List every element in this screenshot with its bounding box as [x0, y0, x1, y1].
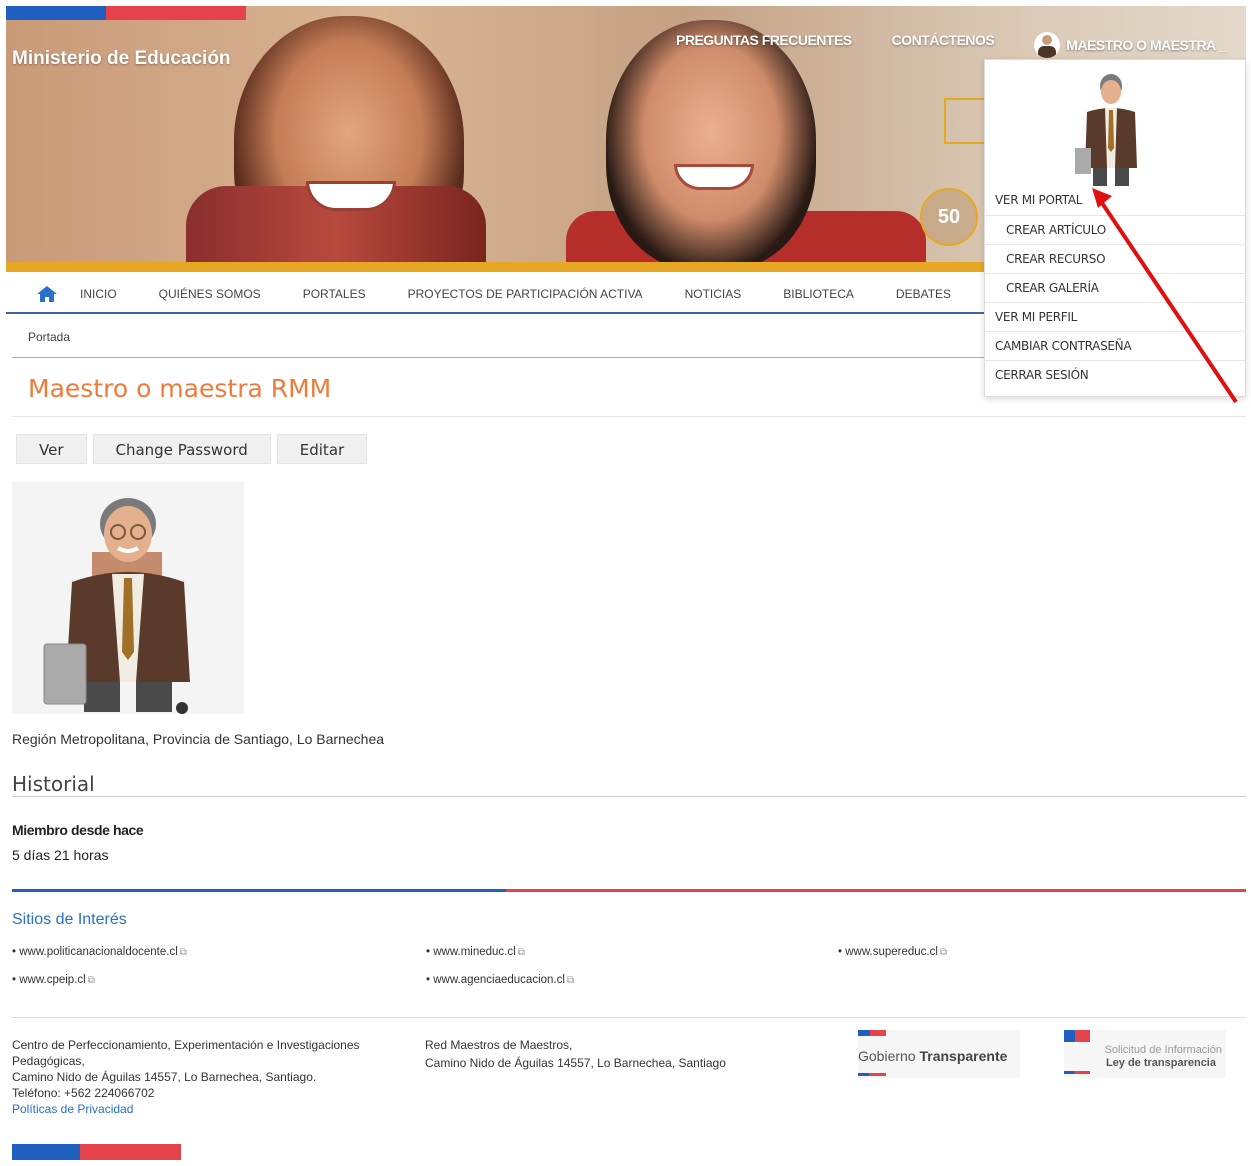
top-nav: PREGUNTAS FRECUENTES CONTÁCTENOS MAESTRO… [676, 32, 1226, 58]
menu-crear-recurso[interactable]: CREAR RECURSO [985, 244, 1245, 273]
user-menu-label: MAESTRO O MAESTRA _ [1066, 37, 1226, 53]
solicitud-informacion-badge[interactable]: Solicitud de Información Ley de transpar… [1064, 1030, 1226, 1078]
menu-crear-galeria[interactable]: CREAR GALERÍA [985, 273, 1245, 302]
gov-flag-top [6, 6, 246, 20]
tab-ver[interactable]: Ver [16, 434, 87, 464]
menu-crear-articulo[interactable]: CREAR ARTÍCULO [985, 215, 1245, 244]
menu-cerrar-sesion[interactable]: CERRAR SESIÓN [985, 360, 1245, 389]
nav-item-biblioteca[interactable]: BIBLIOTECA [783, 287, 854, 301]
menu-ver-mi-portal[interactable]: VER MI PORTAL [985, 186, 1245, 215]
external-link-icon: ⧉ [939, 947, 948, 958]
link-supereduc[interactable]: • www.supereduc.cl ⧉ [838, 946, 947, 958]
history-divider [12, 796, 1246, 797]
brand-logo-text[interactable]: Ministerio de Educación [12, 48, 231, 70]
profile-avatar [12, 482, 244, 714]
external-link-icon: ⧉ [566, 975, 575, 986]
external-link-icon: ⧉ [179, 947, 187, 958]
page-title: Maestro o maestra RMM [28, 374, 332, 403]
footer-flag-rule [12, 889, 1246, 892]
breadcrumb[interactable]: Portada [28, 330, 70, 344]
footer-address-cpeip: Centro de Perfeccionamiento, Experimenta… [12, 1036, 412, 1118]
gobierno-transparente-badge[interactable]: Gobierno Transparente [858, 1030, 1020, 1078]
nav-item-proyectos[interactable]: PROYECTOS DE PARTICIPACIÓN ACTIVA [408, 287, 643, 301]
anniversary-badge: 50 [920, 188, 978, 246]
faq-link[interactable]: PREGUNTAS FRECUENTES [676, 32, 852, 58]
user-location: Región Metropolitana, Provincia de Santi… [12, 731, 385, 747]
external-link-icon: ⧉ [517, 947, 525, 958]
link-agenciaeducacion[interactable]: • www.agenciaeducacion.cl ⧉ [426, 974, 574, 986]
nav-item-noticias[interactable]: NOTICIAS [685, 287, 742, 301]
history-heading: Historial [12, 772, 95, 796]
sites-heading: Sitios de Interés [12, 911, 127, 928]
title-divider [12, 416, 1246, 417]
nav-item-debates[interactable]: DEBATES [896, 287, 951, 301]
menu-ver-mi-perfil[interactable]: VER MI PERFIL [985, 302, 1245, 331]
gov-flag-bottom [12, 1144, 181, 1160]
link-politicanacionaldocente[interactable]: • www.politicanacionaldocente.cl ⧉ [12, 946, 187, 958]
tab-editar[interactable]: Editar [276, 434, 368, 464]
footer-divider [12, 1017, 1246, 1018]
home-icon[interactable] [36, 285, 58, 303]
nav-item-inicio[interactable]: INICIO [80, 287, 117, 301]
external-link-icon: ⧉ [87, 975, 95, 986]
user-menu-toggle[interactable]: MAESTRO O MAESTRA _ [1034, 32, 1226, 58]
menu-cambiar-contrasena[interactable]: CAMBIAR CONTRASEÑA [985, 331, 1245, 360]
link-cpeip[interactable]: • www.cpeip.cl ⧉ [12, 974, 95, 986]
member-since-value: 5 días 21 horas [12, 847, 109, 863]
user-dropdown-menu: VER MI PORTAL CREAR ARTÍCULO CREAR RECUR… [984, 59, 1246, 397]
member-since-label: Miembro desde hace [12, 822, 144, 838]
privacy-policy-link[interactable]: Políticas de Privacidad [12, 1100, 412, 1118]
nav-item-quienes-somos[interactable]: QUIÉNES SOMOS [159, 287, 261, 301]
nav-item-portales[interactable]: PORTALES [303, 287, 366, 301]
contact-link[interactable]: CONTÁCTENOS [892, 32, 995, 58]
profile-tabs: Ver Change Password Editar [16, 434, 368, 464]
user-avatar-icon [1034, 32, 1061, 58]
link-mineduc[interactable]: • www.mineduc.cl ⧉ [426, 946, 525, 958]
dropdown-avatar [1071, 68, 1151, 188]
footer-address-red: Red Maestros de Maestros, Camino Nido de… [425, 1038, 726, 1070]
tab-change-password[interactable]: Change Password [92, 434, 271, 464]
